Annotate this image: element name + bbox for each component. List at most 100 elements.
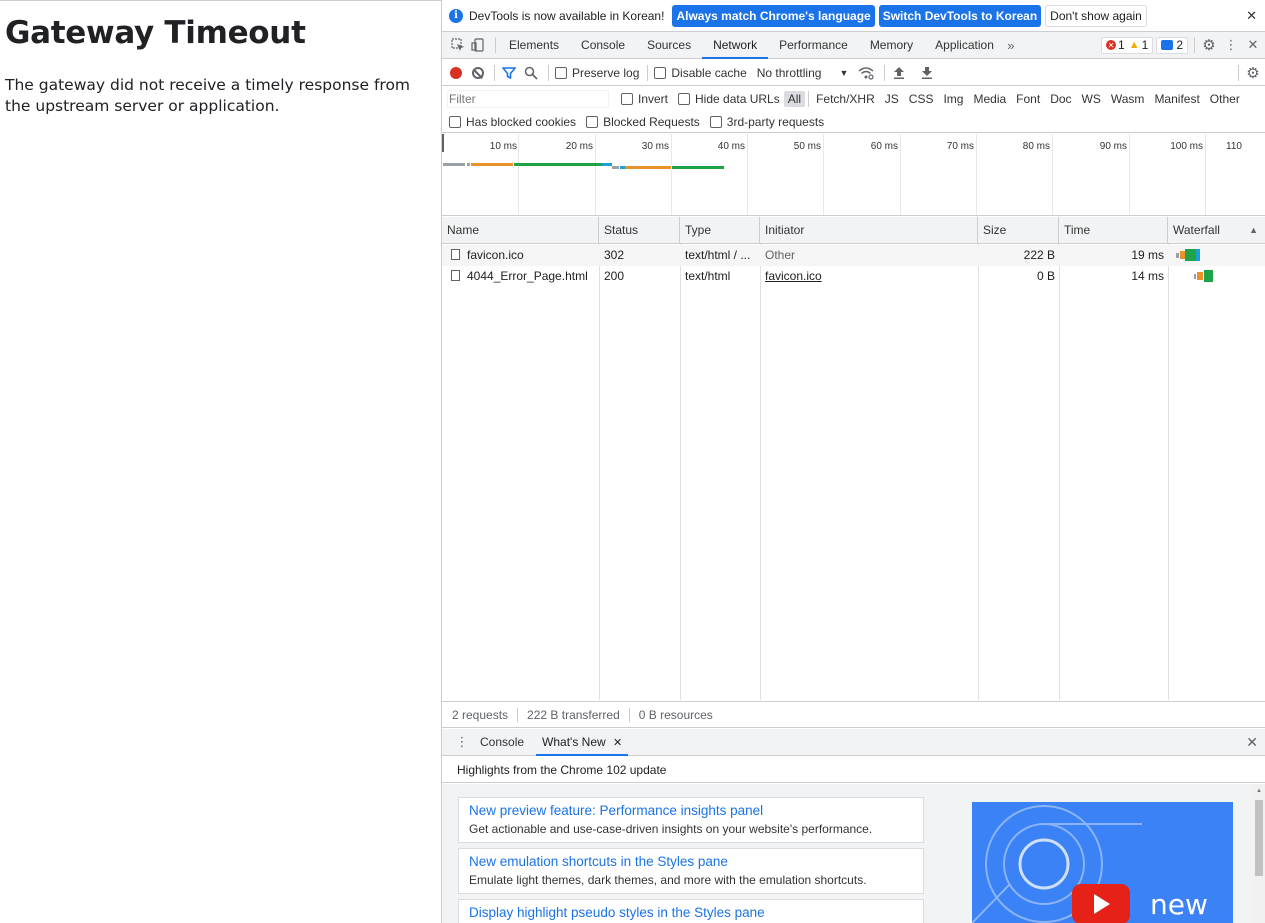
column-header-size[interactable]: Size bbox=[978, 217, 1059, 244]
message-count: 2 bbox=[1176, 38, 1183, 52]
type-filter-wasm[interactable]: Wasm bbox=[1107, 91, 1149, 107]
whats-new-card[interactable]: New preview feature: Performance insight… bbox=[458, 797, 924, 843]
network-overview-timeline[interactable]: 10 ms 20 ms 30 ms 40 ms 50 ms 60 ms 70 m… bbox=[442, 134, 1265, 216]
filter-input[interactable] bbox=[447, 90, 609, 108]
column-header-time[interactable]: Time bbox=[1059, 217, 1168, 244]
card-title[interactable]: New emulation shortcuts in the Styles pa… bbox=[469, 853, 913, 871]
request-size: 0 B bbox=[1036, 269, 1055, 283]
device-toolbar-icon[interactable] bbox=[470, 37, 486, 53]
disable-cache-checkbox[interactable]: Disable cache bbox=[654, 66, 747, 80]
info-icon: i bbox=[449, 8, 463, 23]
dont-show-again-button[interactable]: Don't show again bbox=[1045, 4, 1147, 27]
overview-bar-queue bbox=[443, 163, 465, 166]
overview-bar-waiting bbox=[471, 163, 513, 166]
network-conditions-icon[interactable] bbox=[858, 65, 874, 81]
tab-application[interactable]: Application bbox=[924, 32, 1005, 59]
messages-badge[interactable]: 2 bbox=[1156, 36, 1188, 54]
timeline-start-marker bbox=[442, 134, 444, 152]
type-filter-media[interactable]: Media bbox=[969, 91, 1010, 107]
column-header-name[interactable]: Name bbox=[442, 217, 599, 244]
close-drawer-icon[interactable]: ✕ bbox=[1246, 734, 1258, 751]
filter-icon[interactable] bbox=[501, 65, 517, 81]
checkbox-icon bbox=[654, 66, 667, 79]
page-title: Gateway Timeout bbox=[5, 15, 306, 51]
tab-performance[interactable]: Performance bbox=[768, 32, 859, 59]
whats-new-card[interactable]: Display highlight pseudo styles in the S… bbox=[458, 899, 924, 923]
scrollbar[interactable]: ▲ bbox=[1253, 784, 1265, 923]
type-filter-fetch-xhr[interactable]: Fetch/XHR bbox=[812, 91, 879, 107]
grid-line bbox=[747, 134, 748, 215]
switch-korean-button[interactable]: Switch DevTools to Korean bbox=[878, 4, 1042, 27]
inspect-element-icon[interactable] bbox=[450, 37, 466, 53]
match-language-button[interactable]: Always match Chrome's language bbox=[672, 4, 875, 27]
type-filter-other[interactable]: Other bbox=[1206, 91, 1244, 107]
devtools-tabbar: Elements Console Sources Network Perform… bbox=[442, 32, 1265, 59]
message-icon bbox=[1161, 40, 1174, 50]
type-filter-font[interactable]: Font bbox=[1012, 91, 1044, 107]
third-party-requests-label: 3rd-party requests bbox=[726, 114, 825, 129]
network-settings-gear-icon[interactable]: ⚙ bbox=[1245, 65, 1261, 82]
close-tab-icon[interactable]: ✕ bbox=[613, 737, 622, 749]
type-filter-manifest[interactable]: Manifest bbox=[1150, 91, 1203, 107]
third-party-requests-checkbox[interactable]: 3rd-party requests bbox=[709, 114, 825, 129]
network-status-bar: 2 requests 222 B transferred 0 B resourc… bbox=[442, 701, 1265, 728]
close-icon[interactable]: ✕ bbox=[1246, 8, 1257, 24]
overview-bar-download bbox=[514, 163, 602, 166]
type-filter-js[interactable]: JS bbox=[881, 91, 903, 107]
waterfall-waiting bbox=[1197, 272, 1203, 280]
grid-line bbox=[671, 134, 672, 215]
issues-badge[interactable]: ✕ 1 ▲ 1 bbox=[1101, 36, 1154, 54]
type-filter-ws[interactable]: WS bbox=[1078, 91, 1105, 107]
divider bbox=[884, 64, 886, 81]
type-filter-css[interactable]: CSS bbox=[905, 91, 938, 107]
scroll-up-icon[interactable]: ▲ bbox=[1256, 788, 1262, 794]
card-title[interactable]: New preview feature: Performance insight… bbox=[469, 802, 913, 820]
drawer-menu-icon[interactable]: ⋮ bbox=[454, 734, 470, 750]
scrollbar-thumb[interactable] bbox=[1255, 800, 1263, 876]
preserve-log-checkbox[interactable]: Preserve log bbox=[555, 66, 639, 80]
column-header-status[interactable]: Status bbox=[599, 217, 680, 244]
type-filter-doc[interactable]: Doc bbox=[1046, 91, 1075, 107]
close-devtools-icon[interactable]: ✕ bbox=[1245, 37, 1261, 53]
hide-data-urls-checkbox[interactable]: Hide data URLs bbox=[678, 92, 780, 106]
page-message: The gateway did not receive a timely res… bbox=[5, 76, 411, 115]
checkbox-icon bbox=[709, 115, 722, 128]
tab-memory[interactable]: Memory bbox=[859, 32, 924, 59]
more-tabs-icon[interactable]: » bbox=[1003, 37, 1019, 53]
request-time: 19 ms bbox=[1131, 248, 1164, 262]
request-initiator: Other bbox=[765, 248, 796, 262]
column-header-initiator[interactable]: Initiator bbox=[760, 217, 978, 244]
network-toolbar: Preserve log Disable cache No throttling… bbox=[442, 60, 1265, 86]
checkbox-icon bbox=[586, 115, 599, 128]
tab-network[interactable]: Network bbox=[702, 32, 769, 59]
file-icon bbox=[451, 249, 460, 260]
whats-new-card[interactable]: New emulation shortcuts in the Styles pa… bbox=[458, 848, 924, 894]
throttling-select[interactable]: No throttling ▼ bbox=[757, 66, 849, 80]
invert-checkbox[interactable]: Invert bbox=[621, 92, 668, 106]
column-header-waterfall[interactable]: Waterfall ▲ bbox=[1168, 217, 1265, 244]
record-icon[interactable] bbox=[450, 66, 462, 79]
type-filter-img[interactable]: Img bbox=[939, 91, 967, 107]
table-row[interactable]: 4044_Error_Page.html 200 text/html favic… bbox=[442, 266, 1265, 287]
waterfall-download bbox=[1204, 270, 1213, 282]
blocked-requests-checkbox[interactable]: Blocked Requests bbox=[586, 115, 700, 129]
column-header-type[interactable]: Type bbox=[680, 217, 760, 244]
drawer-tab-whats-new[interactable]: What's New ✕ bbox=[536, 729, 629, 756]
whats-new-video-thumbnail[interactable]: new bbox=[972, 802, 1233, 923]
table-row[interactable]: favicon.ico 302 text/html / ... Other 22… bbox=[442, 245, 1265, 266]
settings-gear-icon[interactable]: ⚙ bbox=[1201, 37, 1217, 54]
kebab-menu-icon[interactable]: ⋮ bbox=[1223, 37, 1239, 53]
import-har-icon[interactable] bbox=[891, 65, 907, 81]
search-icon[interactable] bbox=[523, 65, 539, 81]
initiator-link[interactable]: favicon.ico bbox=[765, 269, 822, 283]
type-filter-all[interactable]: All bbox=[783, 91, 806, 107]
card-title[interactable]: Display highlight pseudo styles in the S… bbox=[469, 904, 913, 922]
drawer-tab-console[interactable]: Console bbox=[474, 729, 530, 756]
grid-line bbox=[976, 134, 977, 215]
tab-sources[interactable]: Sources bbox=[636, 32, 702, 59]
export-har-icon[interactable] bbox=[919, 65, 935, 81]
tab-elements[interactable]: Elements bbox=[498, 32, 570, 59]
tab-console[interactable]: Console bbox=[570, 32, 636, 59]
clear-icon[interactable] bbox=[472, 66, 484, 79]
has-blocked-cookies-checkbox[interactable]: Has blocked cookies bbox=[449, 115, 576, 129]
